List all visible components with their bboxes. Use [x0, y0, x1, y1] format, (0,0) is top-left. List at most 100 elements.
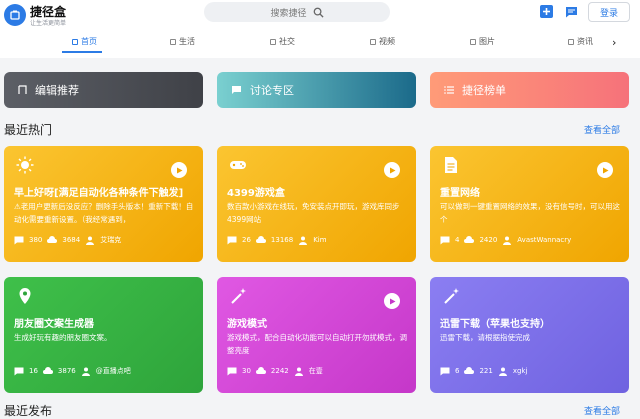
card-stats: 16 3876 @直播点吧 — [14, 365, 195, 377]
card-description: 生成好玩有趣的朋友圈文案。 — [14, 333, 112, 342]
message-icon — [565, 6, 577, 17]
tab-life[interactable]: 生活 — [170, 36, 195, 47]
news-icon — [568, 38, 574, 45]
image-icon — [470, 38, 476, 45]
tab-video[interactable]: 视频 — [370, 36, 395, 47]
hot-section-title: 最近热门 — [4, 123, 53, 137]
card-title: 迅雷下载（苹果也支持） — [440, 319, 550, 330]
message-button[interactable] — [564, 5, 578, 18]
user-icon — [498, 367, 507, 376]
hot-see-all-link[interactable]: 查看全部 — [584, 123, 620, 136]
tab-news[interactable]: 资讯 — [568, 36, 593, 47]
shortcut-card[interactable]: 4399游戏盒 数百款小游戏在线玩，免安装点开即玩，游戏库同步4399网站 26… — [217, 146, 416, 262]
download-count: 221 — [479, 367, 493, 375]
card-stats: 26 13168 Kim — [227, 234, 408, 246]
card-title: 4399游戏盒 — [227, 188, 285, 199]
comment-icon — [14, 236, 24, 244]
comment-count: 26 — [242, 236, 251, 244]
comment-icon — [14, 367, 24, 375]
author-name: AvastWannacry — [517, 236, 572, 244]
download-cloud-icon — [47, 235, 58, 243]
download-count: 2420 — [479, 236, 498, 244]
play-icon — [176, 167, 182, 173]
plus-icon — [543, 8, 550, 15]
social-icon — [270, 38, 276, 45]
card-stats: 6 221 xgkj — [440, 365, 621, 377]
comment-icon — [227, 236, 237, 244]
download-cloud-icon — [255, 235, 266, 243]
search-placeholder: 搜索捷径 — [270, 8, 307, 19]
editor-picks-banner[interactable]: 编辑推荐 — [4, 72, 203, 108]
card-description: 迅雷下载，请根据指使完成 — [440, 333, 530, 342]
download-cloud-icon — [464, 366, 475, 374]
author-name: xgkj — [512, 367, 528, 375]
nav-more-arrow[interactable]: › — [612, 36, 616, 49]
logo-icon[interactable] — [4, 4, 26, 26]
comment-count: 30 — [242, 367, 251, 375]
run-button[interactable] — [597, 162, 613, 178]
add-button[interactable] — [540, 5, 553, 18]
card-stats: 4 2420 AvastWannacry — [440, 234, 621, 246]
play-icon — [389, 167, 395, 173]
shortcut-card[interactable]: 早上好呀[满足自动化各种条件下触发] ⚠老用户更新后没反应？删除手头版本！重新下… — [4, 146, 203, 262]
card-description: 数百款小游戏在线玩，免安装点开即玩，游戏库同步4399网站 — [227, 202, 400, 224]
download-cloud-icon — [255, 366, 266, 374]
shortcut-card[interactable]: 游戏模式 游戏模式，配合自动化功能可以自动打开勿扰模式，调整亮度 30 2242… — [217, 277, 416, 393]
card-title: 重置网络 — [440, 188, 480, 199]
card-stats: 380 3684 艾瑞克 — [14, 234, 195, 246]
play-icon — [602, 167, 608, 173]
login-button[interactable]: 登录 — [588, 2, 630, 22]
comment-icon — [440, 236, 450, 244]
gamepad-icon — [230, 161, 246, 169]
discussion-banner[interactable]: 讨论专区 — [217, 72, 416, 108]
comment-icon — [440, 367, 450, 375]
search-icon — [313, 7, 324, 18]
comment-count: 380 — [29, 236, 43, 244]
active-tab-indicator — [62, 51, 102, 53]
magic-wand-icon — [444, 288, 459, 304]
author-name: 艾瑞克 — [100, 236, 122, 244]
shortcut-card[interactable]: 重置网络 可以做到一键重置网络的效果，没有信号时，可以用这个 4 2420 Av… — [430, 146, 629, 262]
user-icon — [503, 236, 512, 245]
card-stats: 30 2242 在壹 — [227, 365, 408, 377]
chat-icon — [232, 86, 241, 94]
comment-count: 4 — [455, 236, 460, 244]
bookmark-icon — [18, 85, 27, 94]
sun-icon — [16, 156, 34, 174]
latest-see-all-link[interactable]: 查看全部 — [584, 404, 620, 417]
download-count: 2242 — [270, 367, 289, 375]
tab-home[interactable]: 首页 — [72, 36, 97, 47]
user-icon — [81, 367, 90, 376]
user-icon — [294, 367, 303, 376]
download-count: 3684 — [62, 236, 81, 244]
card-title: 游戏模式 — [227, 319, 267, 330]
location-pin-icon — [19, 288, 31, 304]
shortcut-card[interactable]: 朋友圈文案生成器 生成好玩有趣的朋友圈文案。 16 3876 @直播点吧 — [4, 277, 203, 393]
author-name: 在壹 — [308, 367, 323, 375]
latest-section-title: 最近发布 — [4, 404, 53, 418]
tab-image[interactable]: 图片 — [470, 36, 495, 47]
card-description: 游戏模式，配合自动化功能可以自动打开勿扰模式，调整亮度 — [227, 333, 407, 355]
author-name: Kim — [313, 236, 327, 244]
card-description: 可以做到一键重置网络的效果，没有信号时，可以用这个 — [440, 202, 620, 224]
user-icon — [299, 236, 308, 245]
magic-wand-icon — [231, 288, 246, 304]
download-cloud-icon — [464, 235, 475, 243]
card-title: 朋友圈文案生成器 — [14, 319, 94, 330]
ranking-banner[interactable]: 捷径榜单 — [430, 72, 629, 108]
run-button[interactable] — [171, 162, 187, 178]
home-icon — [72, 38, 78, 45]
download-cloud-icon — [42, 366, 53, 374]
video-icon — [370, 38, 376, 45]
tab-social[interactable]: 社交 — [270, 36, 295, 47]
run-button[interactable] — [384, 162, 400, 178]
search-input[interactable]: 搜索捷径 — [204, 2, 390, 22]
author-name: @直播点吧 — [95, 367, 131, 375]
play-icon — [389, 298, 395, 304]
shortcut-card[interactable]: 迅雷下载（苹果也支持） 迅雷下载，请根据指使完成 6 221 xgkj — [430, 277, 629, 393]
run-button[interactable] — [384, 293, 400, 309]
comment-count: 6 — [455, 367, 460, 375]
logo-subtitle: 让生活更简单 — [30, 20, 67, 27]
life-icon — [170, 38, 176, 45]
card-description: ⚠老用户更新后没反应？删除手头版本！重新下载！自动化需要重新设置。（我经常遇到， — [14, 202, 194, 224]
